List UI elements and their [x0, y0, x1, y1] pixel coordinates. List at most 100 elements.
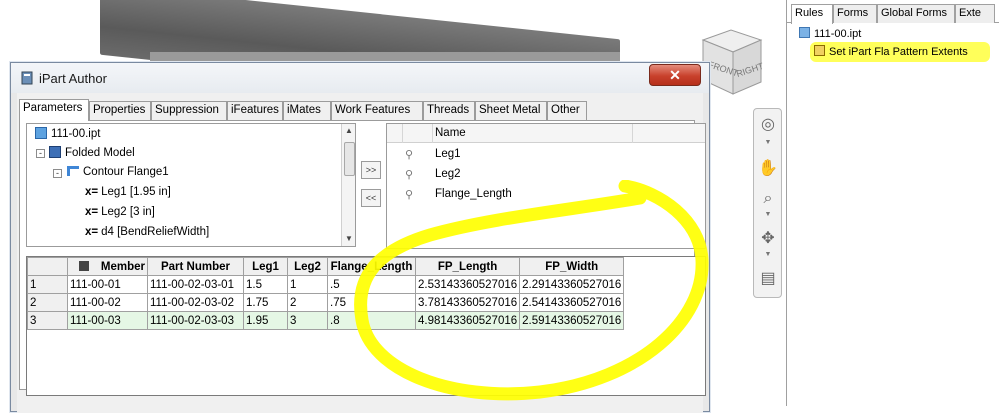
column-fp-width[interactable]: FP_Width — [519, 257, 625, 276]
cell-leg1[interactable]: 1.5 — [243, 275, 288, 294]
cell-fp-width[interactable]: 2.29143360527016 — [519, 275, 625, 294]
cell-part-number[interactable]: 111-00-02-03-01 — [147, 275, 244, 294]
save-icon — [78, 260, 89, 271]
cell-flange-length[interactable]: .5 — [327, 275, 416, 294]
orbit-dropdown-icon[interactable]: ▼ — [763, 251, 773, 258]
add-parameter-button[interactable]: >> — [361, 161, 381, 179]
leg1-label: Leg1 [1.95 in] — [101, 186, 171, 198]
cell-part-number[interactable]: 111-00-02-03-02 — [147, 293, 244, 312]
scroll-up-icon[interactable]: ▲ — [345, 126, 353, 135]
ipart-author-icon — [20, 71, 34, 85]
header-member-label: Member — [100, 260, 145, 273]
tab-other[interactable]: Other — [547, 101, 587, 120]
ipart-author-dialog: iPart Author ✕ Parameters Properties Sup… — [10, 62, 710, 413]
cell-leg2[interactable]: 2 — [287, 293, 328, 312]
collapse-flange-icon[interactable]: - — [53, 169, 62, 178]
tab-parameters[interactable]: Parameters — [19, 99, 89, 121]
folded-model-label: Folded Model — [65, 147, 135, 159]
cell-member[interactable]: 111-00-03 — [67, 311, 148, 330]
tree-param-leg2[interactable]: x= Leg2 [3 in] — [85, 206, 155, 218]
member-grid: Member Part Number Leg1 Leg2 Flange_Leng… — [27, 257, 625, 330]
cell-fp-width[interactable]: 2.54143360527016 — [519, 293, 625, 312]
cell-leg2[interactable]: 3 — [287, 311, 328, 330]
param-name: Flange_Length — [435, 188, 512, 200]
column-name[interactable]: Name — [433, 124, 633, 143]
tree-scrollbar[interactable]: ▲ ▼ — [341, 124, 355, 246]
table-row[interactable]: 3 111-00-03 111-00-02-03-03 1.95 3 .8 4.… — [27, 311, 625, 330]
tree-folded-model[interactable]: Folded Model — [49, 146, 135, 159]
tree-root-item[interactable]: 111-00.ipt — [35, 127, 100, 140]
rule-icon — [814, 45, 825, 56]
tree-param-leg1[interactable]: x= Leg1 [1.95 in] — [85, 186, 171, 198]
rules-tree-root[interactable]: 111-00.ipt — [799, 27, 861, 40]
key-icon: ⚲ — [405, 189, 414, 201]
zoom-dropdown-icon[interactable]: ▼ — [763, 211, 773, 218]
remove-parameter-button[interactable]: << — [361, 189, 381, 207]
contour-flange-label: Contour Flange1 — [83, 166, 169, 178]
tab-sheet-metal[interactable]: Sheet Metal — [475, 101, 547, 120]
nav-dropdown-icon[interactable]: ▼ — [763, 139, 773, 146]
cell-leg1[interactable]: 1.95 — [243, 311, 288, 330]
list-item[interactable]: ⚲ Leg1 — [387, 145, 705, 165]
row-number[interactable]: 3 — [27, 311, 68, 330]
parameter-icon: x= — [85, 186, 99, 198]
tab-global-forms[interactable]: Global Forms — [877, 4, 955, 23]
steering-wheel-icon[interactable]: ◎ — [758, 115, 778, 135]
flange-icon — [67, 166, 79, 176]
cell-fp-length[interactable]: 3.78143360527016 — [414, 293, 521, 312]
key-icon: ⚲ — [405, 169, 414, 181]
cell-fp-width[interactable]: 2.59143360527016 — [519, 311, 625, 330]
feature-tree[interactable]: 111-00.ipt - Folded Model - Contour Flan… — [26, 123, 356, 247]
param-name: Leg2 — [435, 168, 461, 180]
row-number[interactable]: 2 — [27, 293, 68, 312]
column-part-number[interactable]: Part Number — [147, 257, 244, 276]
collapse-folded-icon[interactable]: - — [36, 149, 45, 158]
table-row[interactable]: 1 111-00-01 111-00-02-03-01 1.5 1 .5 2.5… — [27, 275, 625, 294]
cell-fp-length[interactable]: 4.98143360527016 — [414, 311, 521, 330]
tab-properties[interactable]: Properties — [89, 101, 151, 120]
cell-part-number[interactable]: 111-00-02-03-03 — [147, 311, 244, 330]
tab-rules[interactable]: Rules — [791, 4, 833, 24]
title-bar[interactable]: iPart Author ✕ — [11, 63, 709, 93]
column-fp-length[interactable]: FP_Length — [414, 257, 521, 276]
tab-imates[interactable]: iMates — [283, 101, 331, 120]
cell-member[interactable]: 111-00-02 — [67, 293, 148, 312]
zoom-icon[interactable]: ⌕ — [758, 189, 778, 209]
navigation-bar: ◎ ▼ ✋ ⌕ ▼ ✥ ▼ ▤ — [753, 108, 782, 298]
rule-item[interactable]: Set iPart Fla Pattern Extents — [814, 45, 968, 58]
cell-member[interactable]: 111-00-01 — [67, 275, 148, 294]
pan-hand-icon[interactable]: ✋ — [758, 159, 778, 179]
list-header-cell — [403, 124, 433, 143]
tree-contour-flange[interactable]: Contour Flange1 — [67, 166, 169, 178]
close-button[interactable]: ✕ — [649, 64, 701, 86]
look-at-icon[interactable]: ▤ — [758, 269, 778, 289]
row-number[interactable]: 1 — [27, 275, 68, 294]
orbit-icon[interactable]: ✥ — [758, 229, 778, 249]
column-leg2[interactable]: Leg2 — [287, 257, 328, 276]
column-flange-length[interactable]: Flange_Length — [327, 257, 416, 276]
member-table[interactable]: Member Part Number Leg1 Leg2 Flange_Leng… — [26, 256, 706, 396]
d4-label: d4 [BendReliefWidth] — [101, 226, 210, 238]
scroll-down-icon[interactable]: ▼ — [345, 234, 353, 243]
tab-threads[interactable]: Threads — [423, 101, 475, 120]
list-header-cell — [387, 124, 403, 143]
list-item[interactable]: ⚲ Flange_Length — [387, 185, 705, 205]
table-row[interactable]: 2 111-00-02 111-00-02-03-02 1.75 2 .75 3… — [27, 293, 625, 312]
cell-leg2[interactable]: 1 — [287, 275, 328, 294]
tab-suppression[interactable]: Suppression — [151, 101, 227, 120]
cell-flange-length[interactable]: .8 — [327, 311, 416, 330]
part-file-icon — [799, 27, 810, 38]
cell-fp-length[interactable]: 2.53143360527016 — [414, 275, 521, 294]
column-member[interactable]: Member — [67, 257, 148, 276]
selected-parameters-list[interactable]: Name ⚲ Leg1 ⚲ Leg2 ⚲ Flange_Length — [386, 123, 706, 249]
tree-param-d4[interactable]: x= d4 [BendReliefWidth] — [85, 226, 209, 238]
column-leg1[interactable]: Leg1 — [243, 257, 288, 276]
tab-work-features[interactable]: Work Features — [331, 101, 423, 120]
scroll-thumb[interactable] — [344, 142, 355, 176]
tab-ifeatures[interactable]: iFeatures — [227, 101, 283, 120]
cell-leg1[interactable]: 1.75 — [243, 293, 288, 312]
cell-flange-length[interactable]: .75 — [327, 293, 416, 312]
tab-forms[interactable]: Forms — [833, 4, 877, 23]
tab-external[interactable]: Exte — [955, 4, 995, 23]
list-item[interactable]: ⚲ Leg2 — [387, 165, 705, 185]
